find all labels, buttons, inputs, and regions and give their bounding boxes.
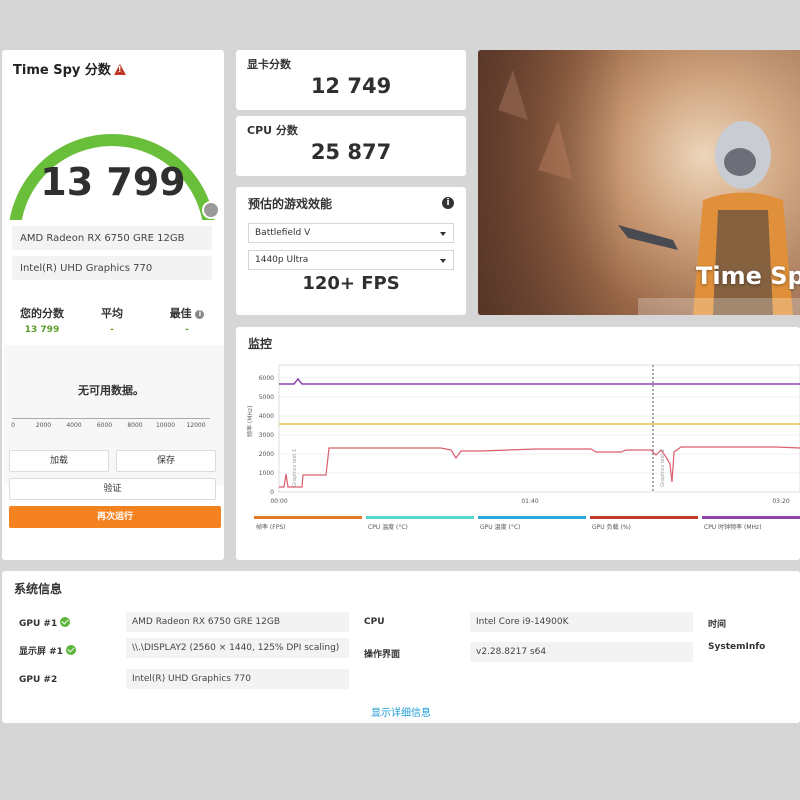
preset-select[interactable]: 1440p Ultra [248, 250, 454, 270]
marker-label-2: Graphics test 2 [660, 449, 666, 487]
estimated-fps: 120+ FPS [302, 273, 400, 294]
gpu-name-row: AMD Radeon RX 6750 GRE 12GB [12, 226, 212, 250]
system-info-card: 系统信息 GPU #1 AMD Radeon RX 6750 GRE 12GB … [2, 571, 800, 723]
legend-swatch [478, 516, 586, 519]
y-tick-label: 5000 [259, 394, 274, 401]
cpu-score-card: CPU 分数 25 877 [236, 116, 466, 176]
info-icon[interactable]: i [195, 310, 205, 319]
gpu1-value: AMD Radeon RX 6750 GRE 12GB [126, 612, 349, 632]
cpu-clock-line [279, 377, 800, 385]
distribution-axis-tick: 4000 [66, 422, 82, 429]
legend-item[interactable]: CPU 时钟频率 (MHz) [704, 523, 762, 531]
monitoring-chart: Graphics test 1 Graphics test 2 频率 (MHz)… [246, 364, 800, 531]
display1-label: 显示屏 #1 [19, 644, 76, 657]
banner-title: Time Spy [696, 262, 800, 290]
y-tick-label: 3000 [259, 432, 274, 439]
score-card-title: Time Spy 分数 [13, 59, 126, 78]
x-tick-label: 03:20 [772, 498, 789, 505]
chevron-down-icon [440, 259, 446, 263]
average-score-stat: 平均 - [101, 307, 123, 335]
time-label: 时间 [708, 620, 727, 630]
distribution-axis-tick: 6000 [96, 422, 113, 429]
legend-item[interactable]: CPU 温度 (°C) [368, 523, 408, 531]
distribution-axis-tick: 10000 [155, 422, 176, 429]
cpu-label: CPU [364, 617, 385, 627]
marker-label-1: Graphics test 1 [292, 449, 298, 487]
game-select[interactable]: Battlefield V [248, 223, 454, 243]
your-score-stat: 您的分数 13 799 [20, 307, 64, 335]
distribution-axis-tick: 8000 [127, 422, 143, 429]
no-data-message: 无可用数据。 [78, 384, 144, 397]
legend-item[interactable]: 帧率 (FPS) [256, 523, 285, 531]
game-performance-card: 预估的游戏效能 i Battlefield V 1440p Ultra 120+… [236, 187, 466, 315]
display1-value: \\.\DISPLAY2 (2560 × 1440, 125% DPI scal… [126, 638, 349, 658]
gpu-clock-line [279, 446, 800, 488]
check-icon [65, 645, 76, 655]
x-tick-label: 00:00 [270, 498, 287, 505]
info-icon[interactable]: i [442, 197, 454, 209]
y-axis-label: 频率 (MHz) [246, 406, 254, 437]
load-button[interactable]: 加载 [9, 450, 109, 472]
distribution-axis-tick: 12000 [186, 422, 206, 429]
distribution-axis [12, 418, 210, 419]
gpu2-value: Intel(R) UHD Graphics 770 [126, 669, 349, 689]
graphics-score: 12 749 [310, 74, 392, 98]
y-tick-label: 1000 [259, 470, 274, 477]
y-tick-label: 2000 [259, 451, 274, 458]
legend-swatch [590, 516, 698, 519]
gpu2-label: GPU #2 [19, 675, 58, 685]
check-icon [60, 617, 71, 627]
show-details-link[interactable]: 显示详细信息 [2, 704, 800, 719]
distribution-axis-tick: 0 [11, 422, 15, 429]
legend-item[interactable]: GPU 负载 (%) [592, 523, 631, 531]
graphics-score-card: 显卡分数 12 749 [236, 50, 466, 110]
save-button[interactable]: 保存 [116, 450, 216, 472]
gauge-knob-icon [202, 201, 220, 219]
systeminfo-label: SystemInfo [708, 642, 766, 652]
cpu-value: Intel Core i9-14900K [470, 612, 693, 632]
chevron-down-icon [440, 232, 446, 236]
y-tick-label: 0 [270, 489, 274, 496]
cpu-score: 25 877 [310, 140, 392, 164]
legend-item[interactable]: GPU 温度 (°C) [480, 523, 520, 531]
total-score: 13 799 [40, 160, 186, 204]
gpu1-label: GPU #1 [19, 617, 71, 629]
legend-swatch [702, 516, 800, 519]
legend-swatch [254, 516, 362, 519]
distribution-axis-tick: 2000 [35, 422, 52, 429]
igpu-name-row: Intel(R) UHD Graphics 770 [12, 256, 212, 280]
gui-value: v2.28.8217 s64 [470, 642, 693, 662]
run-again-button[interactable]: 再次运行 [9, 506, 221, 528]
legend-swatch [366, 516, 474, 519]
gui-label: 操作界面 [364, 650, 401, 660]
y-tick-label: 6000 [259, 375, 274, 382]
validate-button[interactable]: 验证 [9, 478, 216, 500]
best-score-stat: 最佳 i - [157, 305, 217, 335]
x-tick-label: 01:40 [521, 498, 538, 505]
y-tick-label: 4000 [259, 413, 274, 420]
benchmark-banner-image: Time Spy [478, 50, 800, 315]
monitoring-card: 监控 Graphics test 1 Graphics test 2 频率 (M… [236, 327, 800, 560]
warning-icon[interactable] [113, 64, 126, 75]
